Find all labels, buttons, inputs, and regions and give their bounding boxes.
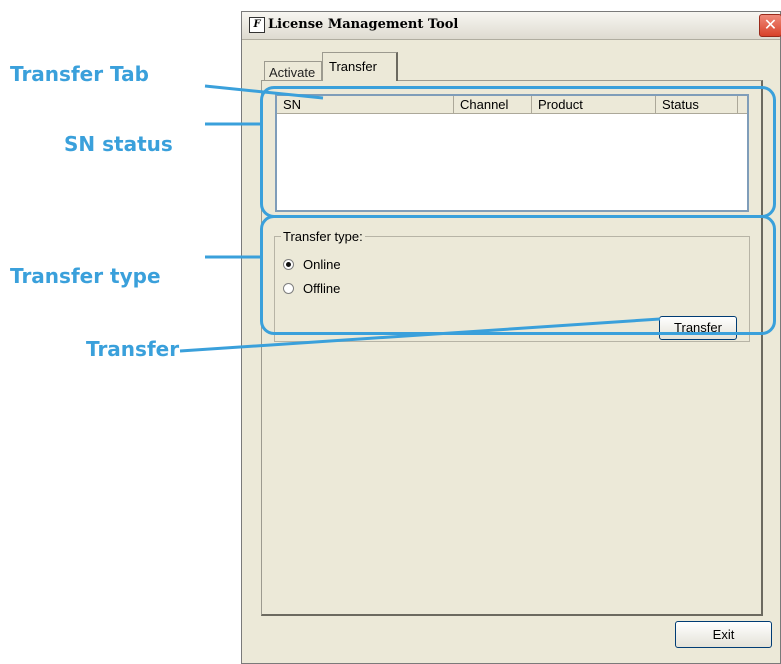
annotation-transfer-type: Transfer type xyxy=(10,264,161,288)
exit-button[interactable]: Exit xyxy=(675,621,772,648)
close-icon[interactable]: ✕ xyxy=(759,14,781,37)
annotation-transfer-tab: Transfer Tab xyxy=(10,62,149,86)
sn-status-highlight xyxy=(260,86,776,218)
tab-transfer[interactable]: Transfer xyxy=(322,52,398,81)
window-title: License Management Tool xyxy=(268,17,459,32)
tab-activate[interactable]: Activate xyxy=(264,61,322,81)
license-app-icon: F xyxy=(249,17,265,33)
transfer-type-highlight xyxy=(260,215,776,335)
title-bar[interactable]: F License Management Tool ✕ xyxy=(242,12,781,40)
annotation-transfer: Transfer xyxy=(86,337,180,361)
annotation-sn-status: SN status xyxy=(64,132,173,156)
